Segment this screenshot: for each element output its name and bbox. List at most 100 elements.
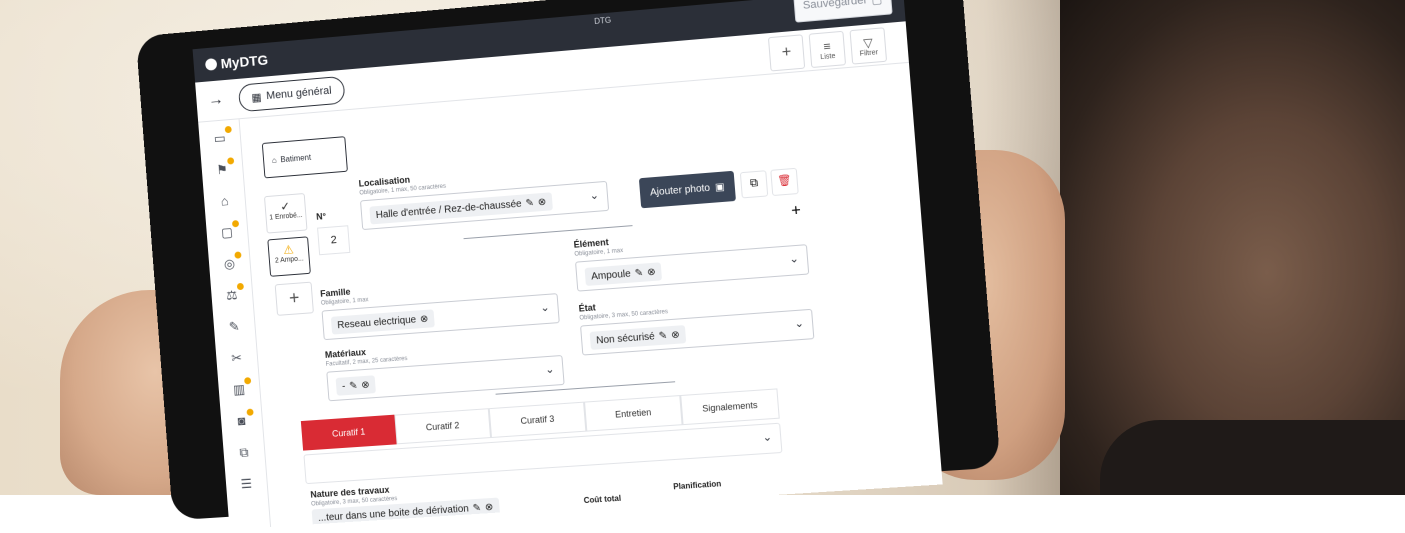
scale-icon: ⚖ (225, 287, 239, 303)
number-field: 2 (317, 225, 351, 256)
tablet: MyDTG DTG Sauvegarder ▢ → ▦ Menu général… (135, 0, 1001, 530)
notification-badge (234, 251, 242, 259)
main-menu-label: Menu général (265, 84, 333, 103)
sidebar-item-list[interactable]: ☰ (237, 476, 256, 495)
number-label: N° (315, 211, 327, 222)
cout-total-label: Coût total (583, 493, 622, 506)
materiaux-label: Matériaux (324, 347, 367, 360)
building-label: Batiment (280, 152, 312, 164)
filter-label: Filtrer (859, 48, 879, 58)
pencil-icon[interactable]: ✎ (634, 267, 643, 279)
element-hint: Obligatoire, 1 max (574, 248, 624, 258)
pencil-icon[interactable]: ✎ (472, 502, 481, 513)
box-icon: ▢ (220, 224, 234, 241)
filter-icon: ▽ (862, 34, 874, 50)
tool-icon: ✎ (228, 318, 241, 335)
delete-button[interactable]: 🗑 (770, 167, 799, 197)
close-circle-icon[interactable]: ⊗ (647, 266, 656, 278)
add-photo-button[interactable]: Ajouter photo ▣ (638, 170, 736, 209)
tab-signalements[interactable]: Signalements (680, 388, 780, 426)
tab-label: Curatif 1 (331, 426, 366, 439)
add-photo-label: Ajouter photo (649, 182, 711, 199)
window-title: DTG (593, 15, 612, 27)
tab-label: Entretien (614, 407, 652, 420)
building-selector[interactable]: ⌂ Batiment (261, 136, 348, 179)
sidebar-item-scale[interactable]: ⚖ (223, 282, 245, 306)
notification-badge (227, 157, 235, 165)
list-icon: ☰ (240, 475, 253, 492)
step-2[interactable]: ⚠ 2 Ampo... (267, 236, 311, 277)
chevron-down-icon[interactable]: ⌄ (545, 363, 555, 377)
tab-label: Signalements (701, 399, 758, 414)
save-button[interactable]: Sauvegarder ▢ (792, 0, 893, 23)
notification-badge (236, 282, 245, 291)
sidebar-item-flag[interactable]: ⚑ (213, 157, 235, 180)
sidebar-item-building[interactable]: ▥ (230, 377, 252, 400)
tab-curatif-3[interactable]: Curatif 3 (488, 401, 587, 439)
chevron-down-icon[interactable]: ⌄ (789, 252, 799, 266)
etat-value: Non sécurisé (595, 330, 656, 346)
copy-icon: ⧉ (749, 176, 759, 190)
famille-value: Reseau electrique (336, 314, 417, 331)
add-step-button[interactable]: + (274, 281, 314, 316)
sidebar-item-home[interactable]: ⌂ (215, 193, 234, 212)
add-element-button[interactable]: + (783, 199, 809, 225)
home-icon: ⌂ (220, 193, 229, 209)
chevron-down-icon[interactable]: ⌄ (589, 189, 599, 203)
pencil-icon[interactable]: ✎ (658, 330, 667, 342)
element-value: Ampoule (590, 268, 632, 283)
sidebar-item-scissors[interactable]: ✂ (227, 350, 246, 369)
scissors-icon: ✂ (230, 350, 243, 366)
pencil-icon[interactable]: ✎ (525, 197, 534, 209)
folder-icon: ▭ (213, 130, 227, 146)
close-circle-icon[interactable]: ⊗ (537, 196, 546, 208)
building-icon: ⌂ (271, 155, 277, 165)
close-circle-icon[interactable]: ⊗ (420, 313, 429, 325)
building-icon: ▥ (232, 381, 246, 398)
chevron-down-icon[interactable]: ⌄ (540, 301, 550, 315)
camera-icon: ◙ (237, 413, 246, 429)
save-icon: ▢ (871, 0, 883, 6)
sidebar-item-location[interactable]: ◎ (220, 251, 242, 275)
tab-entretien[interactable]: Entretien (584, 395, 683, 432)
filter-button[interactable]: ▽ Filtrer (849, 27, 888, 65)
duplicate-button[interactable]: ⧉ (739, 170, 769, 199)
sidebar-item-folder[interactable]: ▭ (210, 125, 232, 149)
sidebar-item-stack[interactable]: ⧉ (235, 444, 254, 463)
sidebar-item-tool[interactable]: ✎ (225, 318, 244, 337)
tab-label: Curatif 2 (425, 420, 460, 433)
close-circle-icon[interactable]: ⊗ (485, 501, 494, 512)
close-circle-icon[interactable]: ⊗ (671, 329, 680, 341)
tablet-screen: MyDTG DTG Sauvegarder ▢ → ▦ Menu général… (192, 0, 943, 530)
sidebar-item-camera[interactable]: ◙ (232, 408, 254, 432)
chevron-down-icon[interactable]: ⌄ (794, 317, 804, 331)
logo-text: MyDTG (220, 51, 269, 72)
close-circle-icon[interactable]: ⊗ (361, 379, 370, 390)
etat-label: État (578, 302, 597, 314)
arrow-right-icon[interactable]: → (207, 91, 224, 110)
pencil-icon[interactable]: ✎ (349, 380, 358, 391)
save-label: Sauvegarder (802, 0, 868, 12)
main-menu-button[interactable]: ▦ Menu général (237, 75, 346, 113)
chevron-down-icon[interactable]: ⌄ (762, 430, 772, 444)
notification-badge (244, 377, 252, 385)
logo-icon (204, 58, 218, 71)
element-chip: Ampoule ✎ ⊗ (584, 262, 663, 286)
add-button[interactable]: + (767, 34, 806, 72)
step-1[interactable]: ✓ 1 Enrobé... (263, 192, 308, 234)
famille-hint: Obligatoire, 1 max (320, 297, 369, 307)
tab-curatif-1[interactable]: Curatif 1 (300, 414, 397, 451)
main-content: ⌂ Batiment ✓ 1 Enrobé... ⚠ 2 Ampo... + N… (239, 63, 943, 530)
materiaux-chip: - ✎ ⊗ (335, 375, 377, 396)
camera-icon: ▣ (714, 181, 726, 193)
notification-badge (224, 125, 232, 134)
etat-chip: Non sécurisé ✎ ⊗ (589, 325, 687, 350)
sidebar-item-box[interactable]: ▢ (218, 219, 240, 243)
location-icon: ◎ (223, 255, 236, 272)
tab-curatif-2[interactable]: Curatif 2 (394, 408, 492, 445)
localisation-chip: Halle d'entrée / Rez-de-chaussée ✎ ⊗ (369, 192, 553, 225)
list-button[interactable]: ≡ Liste (808, 30, 847, 69)
flag-icon: ⚑ (215, 161, 229, 178)
list-icon: ≡ (822, 38, 832, 54)
step-2-label: 2 Ampo... (274, 255, 304, 265)
